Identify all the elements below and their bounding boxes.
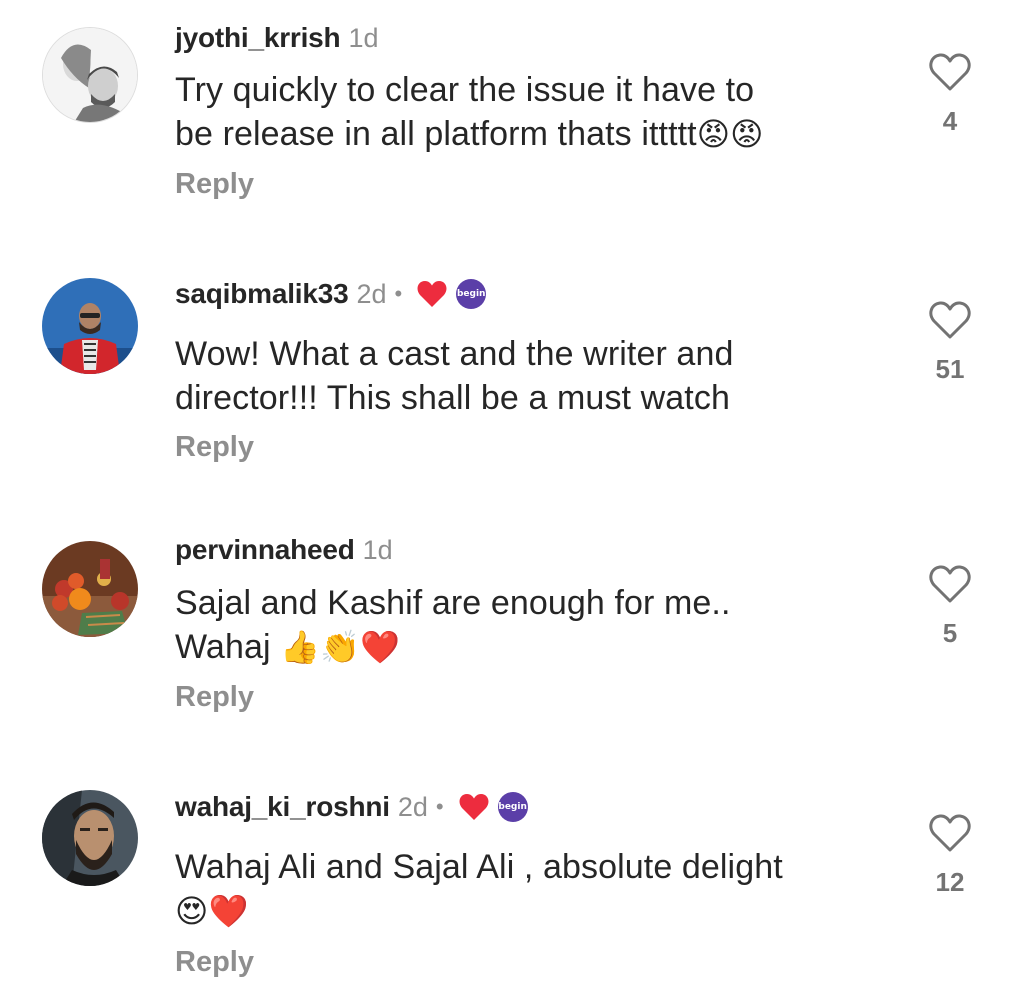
comment-line: Sajal and Kashif are enough for me.. (175, 584, 731, 622)
comment-text: Wow! What a cast and the writer and dire… (175, 332, 875, 420)
timestamp: 2d (356, 278, 387, 309)
comment-line: be release in all platform thats ittttt (175, 115, 697, 153)
avatar[interactable] (42, 278, 138, 374)
avatar[interactable] (42, 27, 138, 123)
comment-meta: wahaj_ki_roshni 2d • begin (175, 789, 528, 825)
fruits-avatar-icon (42, 541, 138, 637)
timestamp: 1d (362, 534, 393, 565)
like-count: 12 (935, 867, 965, 897)
heart-outline-icon[interactable] (928, 300, 972, 340)
comment-meta: jyothi_krrish 1d (175, 20, 379, 56)
like-control: 4 (925, 52, 975, 137)
comment-line: Wahaj (175, 628, 271, 666)
comment-text: Try quickly to clear the issue it have t… (175, 68, 875, 156)
heart-icon (459, 794, 489, 820)
comment-meta: saqibmalik33 2d • begin (175, 276, 487, 312)
comment-meta: pervinnaheed 1d (175, 532, 393, 568)
reply-button[interactable]: Reply (175, 431, 254, 464)
heart-outline-icon[interactable] (928, 52, 972, 92)
timestamp: 2d (397, 791, 428, 822)
comment-text: Sajal and Kashif are enough for me.. Wah… (175, 581, 875, 669)
like-control: 5 (925, 564, 975, 649)
reply-button[interactable]: Reply (175, 681, 254, 714)
reply-button[interactable]: Reply (175, 168, 254, 201)
like-control: 12 (925, 813, 975, 898)
heart-icon (417, 281, 447, 307)
bearded-man-avatar-icon (42, 790, 138, 886)
like-count: 51 (935, 354, 965, 384)
couple-sketch-avatar-icon (43, 28, 137, 122)
username[interactable]: pervinnaheed (175, 534, 355, 566)
username[interactable]: saqibmalik33 (175, 278, 349, 310)
heart-outline-icon[interactable] (928, 564, 972, 604)
like-count: 5 (942, 618, 958, 648)
creator-badge-icon: begin (497, 792, 528, 822)
comment-line: Try quickly to clear the issue it have t… (175, 71, 755, 109)
reply-button[interactable]: Reply (175, 946, 254, 979)
comment-text: Wahaj Ali and Sajal Ali , absolute delig… (175, 845, 875, 933)
man-blue-background-avatar-icon (42, 278, 138, 374)
like-control: 51 (925, 300, 975, 385)
comment-line: Wahaj Ali and Sajal Ali , absolute delig… (175, 848, 783, 886)
emoji: 😍❤️ (175, 892, 249, 930)
emoji: 😡😡 (696, 115, 764, 153)
heart-outline-icon[interactable] (928, 813, 972, 853)
avatar[interactable] (42, 790, 138, 886)
emoji: 👍👏❤️ (280, 628, 401, 666)
comment-line: Wow! What a cast and the writer and (175, 335, 734, 373)
username[interactable]: jyothi_krrish (175, 22, 341, 54)
timestamp: 1d (348, 22, 379, 53)
username[interactable]: wahaj_ki_roshni (175, 791, 390, 823)
separator-dot: • (394, 281, 403, 306)
separator-dot: • (435, 794, 444, 819)
creator-badge-icon: begin (456, 279, 487, 309)
avatar[interactable] (42, 541, 138, 637)
comment-line: director!!! This shall be a must watch (175, 379, 730, 417)
like-count: 4 (942, 106, 958, 136)
